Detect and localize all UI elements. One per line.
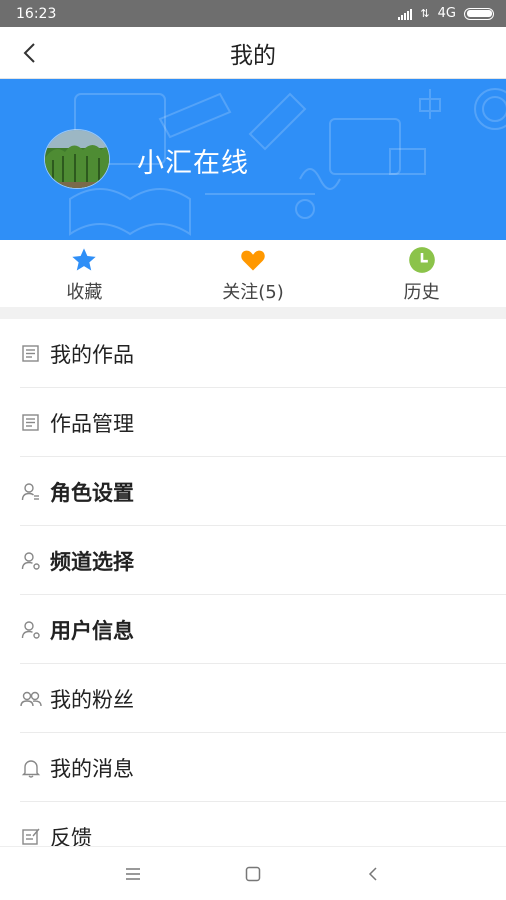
menu-item-my-fans[interactable]: 我的粉丝 [0, 664, 506, 733]
username: 小汇在线 [137, 148, 249, 179]
menu-item-label: 用户信息 [50, 618, 134, 643]
square-icon [245, 866, 261, 881]
menu-list: 我的作品 作品管理 角色设置 频道选择 用户信息 我的粉丝 我的消息 反馈 [0, 319, 506, 871]
clock-icon [408, 246, 436, 274]
chevron-left-icon [23, 43, 35, 63]
title-bar: 我的 [0, 27, 506, 79]
menu-item-label: 我的消息 [50, 756, 134, 781]
favorites-label: 收藏 [66, 282, 103, 303]
menu-item-my-works[interactable]: 我的作品 [0, 319, 506, 388]
data-arrows-icon: ⇅ [420, 7, 430, 20]
menu-item-my-messages[interactable]: 我的消息 [0, 733, 506, 802]
user-settings-icon [20, 619, 42, 641]
profile-banner: 小汇在线 [0, 79, 506, 240]
chevron-left-icon [368, 866, 377, 881]
hamburger-icon [126, 867, 140, 880]
feedback-icon [20, 826, 42, 848]
back-button[interactable] [14, 37, 46, 69]
document-icon [20, 412, 42, 434]
page-title: 我的 [230, 42, 276, 69]
menu-nav-button[interactable] [113, 854, 153, 894]
star-icon [70, 246, 98, 274]
user-settings-icon [20, 550, 42, 572]
menu-item-channel-selection[interactable]: 频道选择 [0, 526, 506, 595]
menu-item-label: 频道选择 [50, 549, 134, 574]
network-type: 4G [437, 6, 456, 21]
quick-actions: 收藏 关注(5) 历史 [0, 240, 506, 307]
menu-item-user-info[interactable]: 用户信息 [0, 595, 506, 664]
signal-icon [398, 8, 413, 20]
section-divider [0, 307, 506, 319]
document-icon [20, 343, 42, 365]
heart-icon [239, 246, 267, 274]
history-label: 历史 [403, 282, 440, 303]
status-bar: 16:23 ⇅ 4G [0, 0, 506, 27]
menu-item-label: 作品管理 [50, 411, 134, 436]
home-nav-button[interactable] [233, 854, 273, 894]
status-indicators: ⇅ 4G [398, 6, 494, 21]
favorites-button[interactable]: 收藏 [0, 240, 169, 307]
history-button[interactable]: 历史 [337, 240, 506, 307]
menu-item-label: 我的粉丝 [50, 687, 134, 712]
system-navigation-bar [0, 846, 506, 900]
status-time: 16:23 [16, 5, 57, 22]
battery-icon [464, 7, 494, 20]
avatar-image [45, 130, 109, 188]
avatar[interactable] [44, 129, 110, 189]
menu-item-works-management[interactable]: 作品管理 [0, 388, 506, 457]
menu-item-role-settings[interactable]: 角色设置 [0, 457, 506, 526]
bell-icon [20, 757, 42, 779]
following-label: 关注(5) [222, 282, 284, 303]
menu-item-label: 角色设置 [50, 480, 134, 505]
users-icon [20, 688, 42, 710]
menu-item-label: 我的作品 [50, 342, 134, 367]
user-settings-icon [20, 481, 42, 503]
following-button[interactable]: 关注(5) [169, 240, 338, 307]
back-nav-button[interactable] [353, 854, 393, 894]
